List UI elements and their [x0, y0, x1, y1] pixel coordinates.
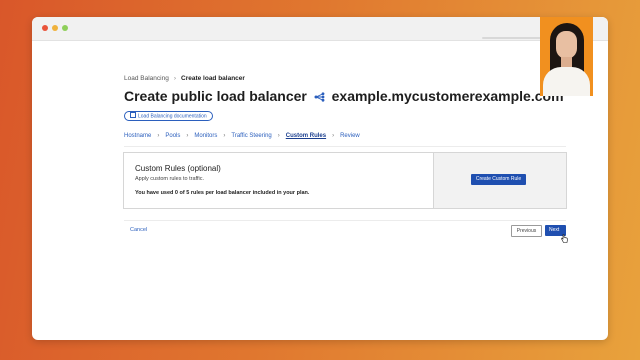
- step-review[interactable]: Review: [340, 133, 360, 139]
- main-content: Load Balancing › Create load balancer Crea…: [123, 40, 608, 340]
- rules-usage-text: You have used 0 of 5 rules per load bala…: [135, 190, 310, 196]
- document-icon: [130, 112, 136, 118]
- load-balancer-icon: [314, 89, 325, 105]
- step-custom-rules[interactable]: Custom Rules: [286, 133, 326, 139]
- presenter-shirt: [543, 67, 590, 96]
- maximize-window-icon[interactable]: [62, 25, 68, 31]
- page-title-text: Create public load balancer: [124, 88, 307, 104]
- page-title: Create public load balancer example.mycu…: [124, 88, 564, 105]
- card-title: Custom Rules (optional): [135, 164, 221, 173]
- breadcrumb-parent[interactable]: Load Balancing: [124, 75, 169, 82]
- card-action-panel: Create Custom Rule: [433, 153, 566, 208]
- page-title-domain: example.mycustomerexample.com: [331, 88, 564, 104]
- webcam-overlay: [540, 17, 593, 96]
- chevron-right-icon: ›: [332, 133, 335, 139]
- minimize-window-icon[interactable]: [52, 25, 58, 31]
- step-pools[interactable]: Pools: [165, 133, 180, 139]
- chevron-right-icon: ›: [173, 75, 176, 82]
- breadcrumb-current: Create load balancer: [181, 75, 245, 82]
- wizard-steps: Hostname › Pools › Monitors › Traffic Steering…: [124, 133, 360, 139]
- chevron-right-icon: ›: [186, 133, 189, 139]
- presenter-face: [556, 31, 577, 59]
- chevron-right-icon: ›: [157, 133, 160, 139]
- step-hostname[interactable]: Hostname: [124, 133, 151, 139]
- browser-window: Load Balancing › Create load balancer Crea…: [32, 17, 608, 340]
- divider: [124, 220, 566, 221]
- card-subtitle: Apply custom rules to traffic.: [135, 176, 204, 182]
- create-custom-rule-button[interactable]: Create Custom Rule: [471, 174, 526, 185]
- divider: [124, 146, 566, 147]
- step-traffic-steering[interactable]: Traffic Steering: [231, 133, 271, 139]
- breadcrumb: Load Balancing › Create load balancer: [124, 75, 245, 82]
- cancel-link[interactable]: Cancel: [130, 227, 147, 233]
- step-monitors[interactable]: Monitors: [194, 133, 217, 139]
- documentation-link[interactable]: Load Balancing documentation: [124, 111, 213, 121]
- chevron-right-icon: ›: [223, 133, 226, 139]
- chevron-right-icon: ›: [277, 133, 280, 139]
- close-window-icon[interactable]: [42, 25, 48, 31]
- hand-cursor-icon: [561, 230, 568, 248]
- custom-rules-card: Custom Rules (optional) Apply custom rul…: [123, 152, 567, 209]
- previous-button[interactable]: Previous: [511, 225, 542, 237]
- documentation-link-label: Load Balancing documentation: [138, 113, 207, 120]
- presenter-neck: [561, 57, 572, 67]
